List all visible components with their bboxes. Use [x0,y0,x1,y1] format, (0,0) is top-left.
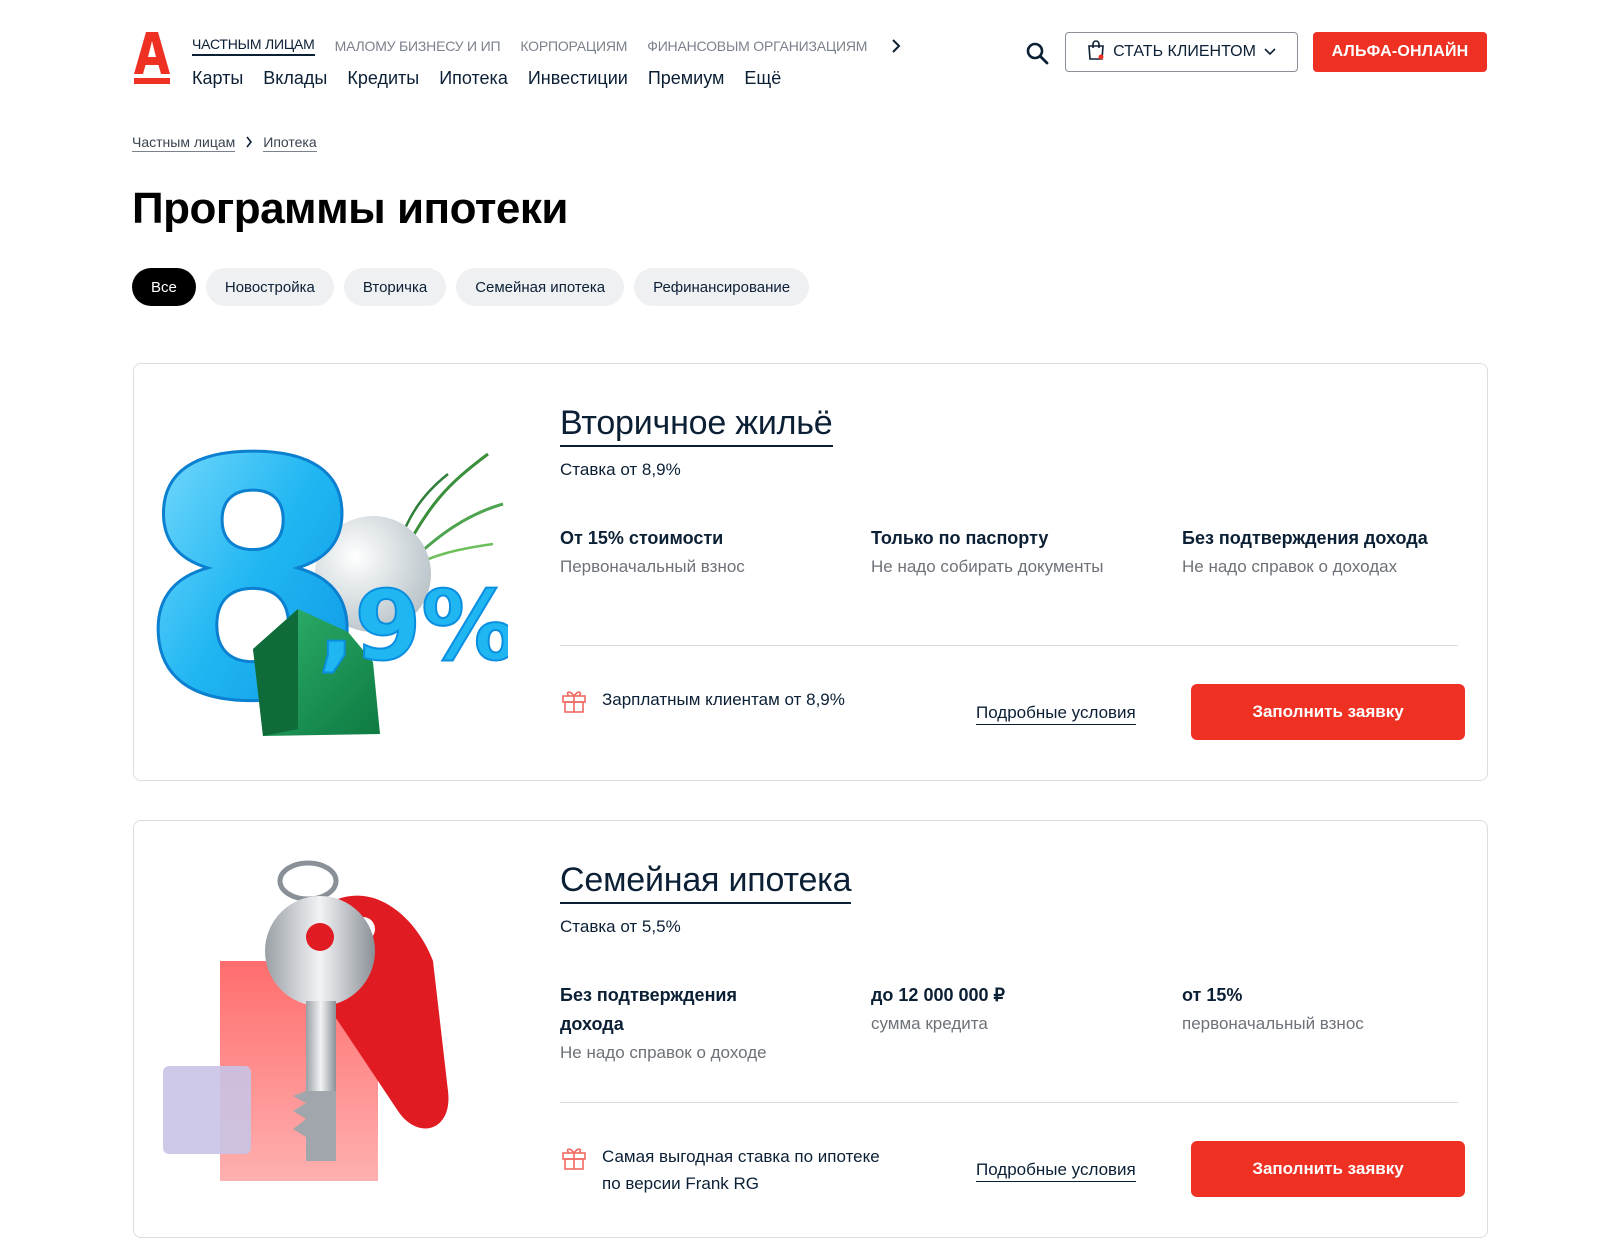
segment-financial-orgs[interactable]: ФИНАНСОВЫМ ОРГАНИЗАЦИЯМ [647,38,867,54]
menu-item-cards[interactable]: Карты [192,68,243,89]
chevron-right-icon [245,135,253,151]
bonus-note: Зарплатным клиентам от 8,9% [560,686,892,714]
card-divider [560,1102,1458,1103]
menu-item-credits[interactable]: Кредиты [347,68,419,89]
become-client-label: СТАТЬ КЛИЕНТОМ [1113,43,1256,60]
card-rate: Ставка от 5,5% [560,917,681,936]
chip-new-building[interactable]: Новостройка [205,268,334,306]
menu-item-more[interactable]: Ещё [744,68,781,89]
menu-item-deposits[interactable]: Вклады [263,68,327,89]
become-client-button[interactable]: СТАТЬ КЛИЕНТОМ [1065,32,1298,72]
segment-nav: ЧАСТНЫМ ЛИЦАМ МАЛОМУ БИЗНЕСУ И ИП КОРПОР… [192,36,905,56]
mortgage-card-family: Семейная ипотека Ставка от 5,5% Без подт… [133,820,1488,1238]
segment-small-business[interactable]: МАЛОМУ БИЗНЕСУ И ИП [335,38,501,54]
details-link[interactable]: Подробные условия [976,703,1136,725]
bonus-note: Самая выгодная ставка по ипотеке по верс… [560,1143,882,1197]
rate-illustration: 8 ,9% [137,384,519,776]
feature-item: Без подтверждения дохода Не надо справок… [560,981,800,1067]
card-rate: Ставка от 8,9% [560,460,681,479]
chip-refinancing[interactable]: Рефинансирование [634,268,810,306]
feature-title: Без подтверждения дохода [560,985,738,1034]
card-title[interactable]: Вторичное жильё [560,404,833,447]
main-menu: Карты Вклады Кредиты Ипотека Инвестиции … [192,68,781,89]
menu-item-premium[interactable]: Премиум [648,68,725,89]
feature-title: Только по паспорту [871,528,1049,548]
chip-secondary[interactable]: Вторичка [343,268,447,306]
segment-corporations[interactable]: КОРПОРАЦИЯМ [520,38,627,54]
feature-title: От 15% стоимости [560,528,724,548]
card-title[interactable]: Семейная ипотека [560,861,851,904]
chip-all[interactable]: Все [132,268,196,306]
feature-desc: Не надо справок о доходах [1182,557,1398,576]
apply-button[interactable]: Заполнить заявку [1191,684,1465,740]
breadcrumb-mortgage[interactable]: Ипотека [263,134,317,152]
feature-title: от 15% [1182,985,1243,1005]
chevron-down-icon [1264,43,1276,61]
feature-desc: Первоначальный взнос [560,557,745,576]
feature-desc: Не надо собирать документы [871,557,1104,576]
segment-private[interactable]: ЧАСТНЫМ ЛИЦАМ [192,36,315,56]
feature-desc: Не надо справок о доходе [560,1043,767,1062]
page-title: Программы ипотеки [132,184,568,233]
bonus-text: Зарплатным клиентам от 8,9% [602,690,845,709]
feature-desc: первоначальный взнос [1182,1014,1364,1033]
gift-icon [560,686,588,714]
bonus-text: Самая выгодная ставка по ипотеке по верс… [602,1147,880,1193]
breadcrumb-private[interactable]: Частным лицам [132,134,236,152]
filter-chips: Все Новостройка Вторичка Семейная ипотек… [132,268,810,306]
chevron-right-icon[interactable] [887,37,905,55]
alfa-logo-icon[interactable] [132,30,172,86]
details-link[interactable]: Подробные условия [976,1160,1136,1182]
feature-item: от 15% первоначальный взнос [1182,981,1462,1038]
gift-icon [560,1143,588,1171]
search-icon[interactable] [1024,40,1050,66]
mortgage-card-secondary: 8 ,9% Вторичное жильё Ставка от 8,9% От … [133,363,1488,781]
apply-button[interactable]: Заполнить заявку [1191,1141,1465,1197]
card-divider [560,645,1458,646]
menu-item-mortgage[interactable]: Ипотека [439,68,508,89]
feature-item: От 15% стоимости Первоначальный взнос [560,524,840,581]
chip-family[interactable]: Семейная ипотека [456,268,625,306]
menu-item-investments[interactable]: Инвестиции [528,68,628,89]
site-header: ЧАСТНЫМ ЛИЦАМ МАЛОМУ БИЗНЕСУ И ИП КОРПОР… [0,0,1600,110]
feature-item: Только по паспорту Не надо собирать доку… [871,524,1151,581]
rate-illustration-small: ,9% [318,570,508,682]
feature-title: до 12 000 000 ₽ [871,985,1005,1005]
feature-item: Без подтверждения дохода Не надо справок… [1182,524,1432,581]
feature-title: Без подтверждения дохода [1182,528,1428,548]
key-illustration [148,841,508,1221]
feature-item: до 12 000 000 ₽ сумма кредита [871,981,1151,1038]
feature-desc: сумма кредита [871,1014,988,1033]
alfa-online-button[interactable]: АЛЬФА-ОНЛАЙН [1313,32,1487,72]
bag-icon [1087,39,1105,65]
breadcrumb: Частным лицам Ипотека [132,134,317,152]
